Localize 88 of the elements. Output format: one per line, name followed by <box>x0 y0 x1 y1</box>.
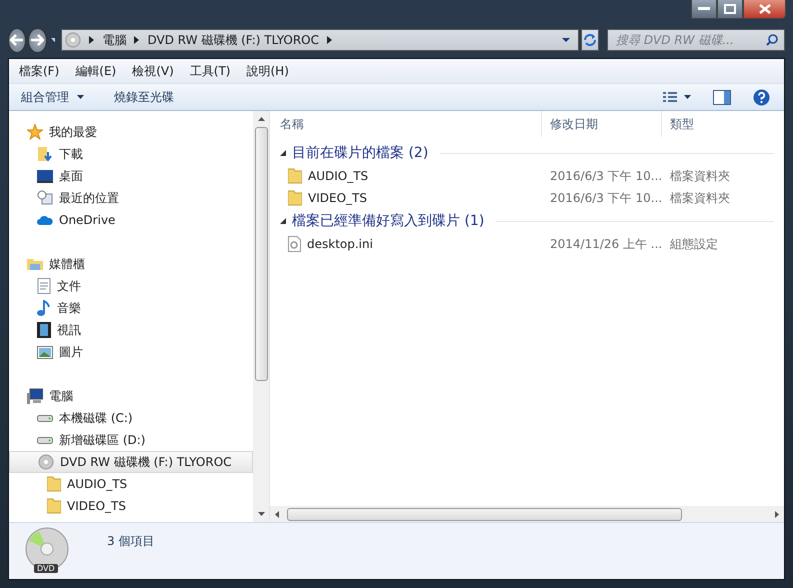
menu-item[interactable]: 編輯(E) <box>67 62 124 80</box>
settings-file-icon <box>288 236 301 252</box>
music-note-icon <box>37 300 51 316</box>
tree-item[interactable]: 音樂 <box>9 297 253 319</box>
scroll-right-arrow-icon[interactable] <box>775 510 779 518</box>
tree-item[interactable]: VIDEO_TS <box>9 495 253 517</box>
column-header[interactable]: 修改日期 <box>542 111 662 137</box>
cloud-icon <box>37 214 53 226</box>
hard-drive-icon <box>37 414 53 422</box>
forward-arrow-icon <box>30 34 44 46</box>
horizontal-scrollbar[interactable] <box>270 506 784 522</box>
item-count: 3 個項目 <box>107 533 154 550</box>
file-name[interactable]: VIDEO_TS <box>308 191 367 205</box>
tree-item[interactable]: 新增磁碟區 (D:) <box>9 429 253 451</box>
hard-drive-icon <box>37 436 53 444</box>
close-icon <box>758 4 770 14</box>
tree-item[interactable]: 視訊 <box>9 319 253 341</box>
minimize-button[interactable] <box>691 0 717 19</box>
menu-item[interactable]: 檔案(F) <box>11 62 68 80</box>
folder-icon <box>47 498 61 514</box>
minimize-icon <box>698 7 710 11</box>
refresh-button[interactable] <box>581 29 599 51</box>
group-header[interactable]: 檔案已經準備好寫入到碟片 (1) <box>292 212 484 230</box>
folder-icon <box>47 476 61 492</box>
file-type: 組態設定 <box>669 236 719 252</box>
dropdown-caret-icon[interactable] <box>562 38 570 42</box>
selected-tree-item[interactable]: DVD RW 磁碟機 (F:) TLYOROC <box>9 451 253 473</box>
dvd-disc-icon: DVD <box>25 527 69 573</box>
desktop-icon <box>37 168 53 184</box>
breadcrumb-item[interactable]: DVD RW 磁碟機 (F:) TLYOROC <box>147 32 319 48</box>
tree-item[interactable]: AUDIO_TS <box>9 473 253 495</box>
menu-item[interactable]: 工具(T) <box>182 62 238 80</box>
file-name[interactable]: desktop.ini <box>307 237 373 251</box>
scroll-left-arrow-icon[interactable] <box>275 510 279 518</box>
vertical-scrollbar[interactable] <box>253 111 269 522</box>
address-bar[interactable]: 電腦 DVD RW 磁碟機 (F:) TLYOROC <box>61 29 580 51</box>
collapse-triangle-icon[interactable] <box>280 218 286 224</box>
modified-date: 2014/11/26 上午 ... <box>549 236 662 252</box>
modified-date: 2016/6/3 下午 10... <box>549 190 662 206</box>
tree-item[interactable]: 最近的位置 <box>9 187 253 209</box>
tree-item[interactable]: OneDrive <box>9 209 253 231</box>
folder-icon <box>288 168 302 184</box>
maximize-icon <box>724 4 736 14</box>
picture-icon <box>37 346 53 358</box>
group-header[interactable]: 目前在碟片的檔案 (2) <box>292 144 428 162</box>
folder-download-icon <box>37 146 53 162</box>
maximize-button[interactable] <box>717 0 743 19</box>
column-header[interactable]: 名稱 <box>270 111 542 137</box>
chevron-icon[interactable] <box>134 36 140 44</box>
tree-item[interactable]: 文件 <box>9 275 253 297</box>
back-arrow-icon <box>10 34 24 46</box>
menu-item[interactable]: 說明(H) <box>238 62 297 80</box>
back-button[interactable] <box>8 28 26 52</box>
close-button[interactable] <box>743 0 786 19</box>
forward-button[interactable] <box>28 28 46 52</box>
tree-item[interactable]: 本機磁碟 (C:) <box>9 407 253 429</box>
computer-icon <box>27 388 43 404</box>
disc-icon <box>38 454 54 470</box>
recent-places-icon <box>37 190 53 206</box>
document-icon <box>37 278 51 294</box>
tree-item[interactable]: 電腦 <box>9 385 253 407</box>
toolbar-button[interactable]: 燒錄至光碟 <box>106 86 182 108</box>
disc-icon <box>65 32 82 48</box>
tree-item[interactable]: 下載 <box>9 143 253 165</box>
search-field[interactable]: 搜尋 DVD RW 磁碟... <box>607 29 785 51</box>
file-type: 檔案資料夾 <box>669 190 731 206</box>
star-icon <box>27 124 43 140</box>
tree-item[interactable]: 媒體櫃 <box>9 253 253 275</box>
collapse-triangle-icon[interactable] <box>280 150 286 156</box>
file-type: 檔案資料夾 <box>669 168 731 184</box>
column-header[interactable]: 類型 <box>662 111 784 137</box>
toolbar-button[interactable]: 組合管理 <box>13 86 92 108</box>
search-icon <box>766 34 778 46</box>
tree-item[interactable]: 桌面 <box>9 165 253 187</box>
library-folder-icon <box>27 256 43 272</box>
chevron-icon[interactable] <box>327 36 332 44</box>
film-icon <box>37 322 51 338</box>
chevron-icon[interactable] <box>89 36 94 44</box>
history-caret-icon[interactable] <box>50 38 56 42</box>
scroll-down-arrow-icon[interactable] <box>258 512 264 516</box>
scroll-up-arrow-icon[interactable] <box>258 117 264 121</box>
tree-item[interactable]: 圖片 <box>9 341 253 363</box>
breadcrumb-item[interactable]: 電腦 <box>102 32 126 48</box>
menu-item[interactable]: 檢視(V) <box>124 62 182 80</box>
folder-icon <box>288 190 302 206</box>
tree-item[interactable]: 我的最愛 <box>9 121 253 143</box>
modified-date: 2016/6/3 下午 10... <box>549 168 662 184</box>
file-name[interactable]: AUDIO_TS <box>308 169 368 183</box>
